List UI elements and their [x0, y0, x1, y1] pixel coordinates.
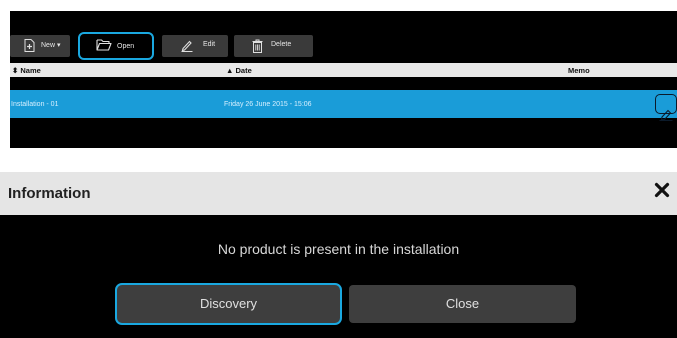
delete-button-label: Delete	[271, 41, 292, 48]
delete-button[interactable]: Delete	[234, 35, 313, 57]
open-button[interactable]: Open	[78, 32, 154, 60]
dialog-body: No product is present in the installatio…	[0, 215, 677, 338]
open-folder-icon	[96, 39, 112, 53]
table-header: ⬍ Name ▲ Date Memo	[10, 63, 677, 77]
new-button[interactable]: New ▾	[10, 35, 70, 57]
dialog-title-bar: Information	[0, 172, 677, 215]
trash-icon	[252, 39, 263, 55]
row-date-cell: Friday 26 June 2015 - 15:06	[224, 101, 312, 108]
column-header-date[interactable]: ▲ Date	[226, 66, 252, 75]
dialog-title: Information	[8, 185, 91, 202]
close-button[interactable]: Close	[349, 285, 576, 323]
new-button-label: New ▾	[41, 42, 61, 49]
edit-button[interactable]: Edit	[162, 35, 228, 57]
table-row[interactable]: Installation - 01 Friday 26 June 2015 - …	[10, 90, 677, 121]
close-icon[interactable]	[654, 182, 670, 203]
edit-button-label: Edit	[203, 41, 216, 48]
memo-edit-button[interactable]	[655, 94, 677, 121]
edit-pencil-icon	[181, 39, 193, 54]
open-button-label: Open	[117, 43, 135, 50]
column-header-memo[interactable]: Memo	[568, 66, 590, 75]
installation-panel: New ▾ Open Edit Delete ⬍ Name ▲ Date Mem…	[10, 11, 677, 148]
column-header-name[interactable]: ⬍ Name	[12, 66, 41, 75]
dialog-message: No product is present in the installatio…	[217, 241, 460, 257]
discovery-button[interactable]: Discovery	[115, 283, 342, 325]
toolbar: New ▾ Open Edit Delete	[10, 11, 677, 60]
new-file-icon	[24, 39, 35, 54]
row-name-cell: Installation - 01	[11, 101, 59, 108]
